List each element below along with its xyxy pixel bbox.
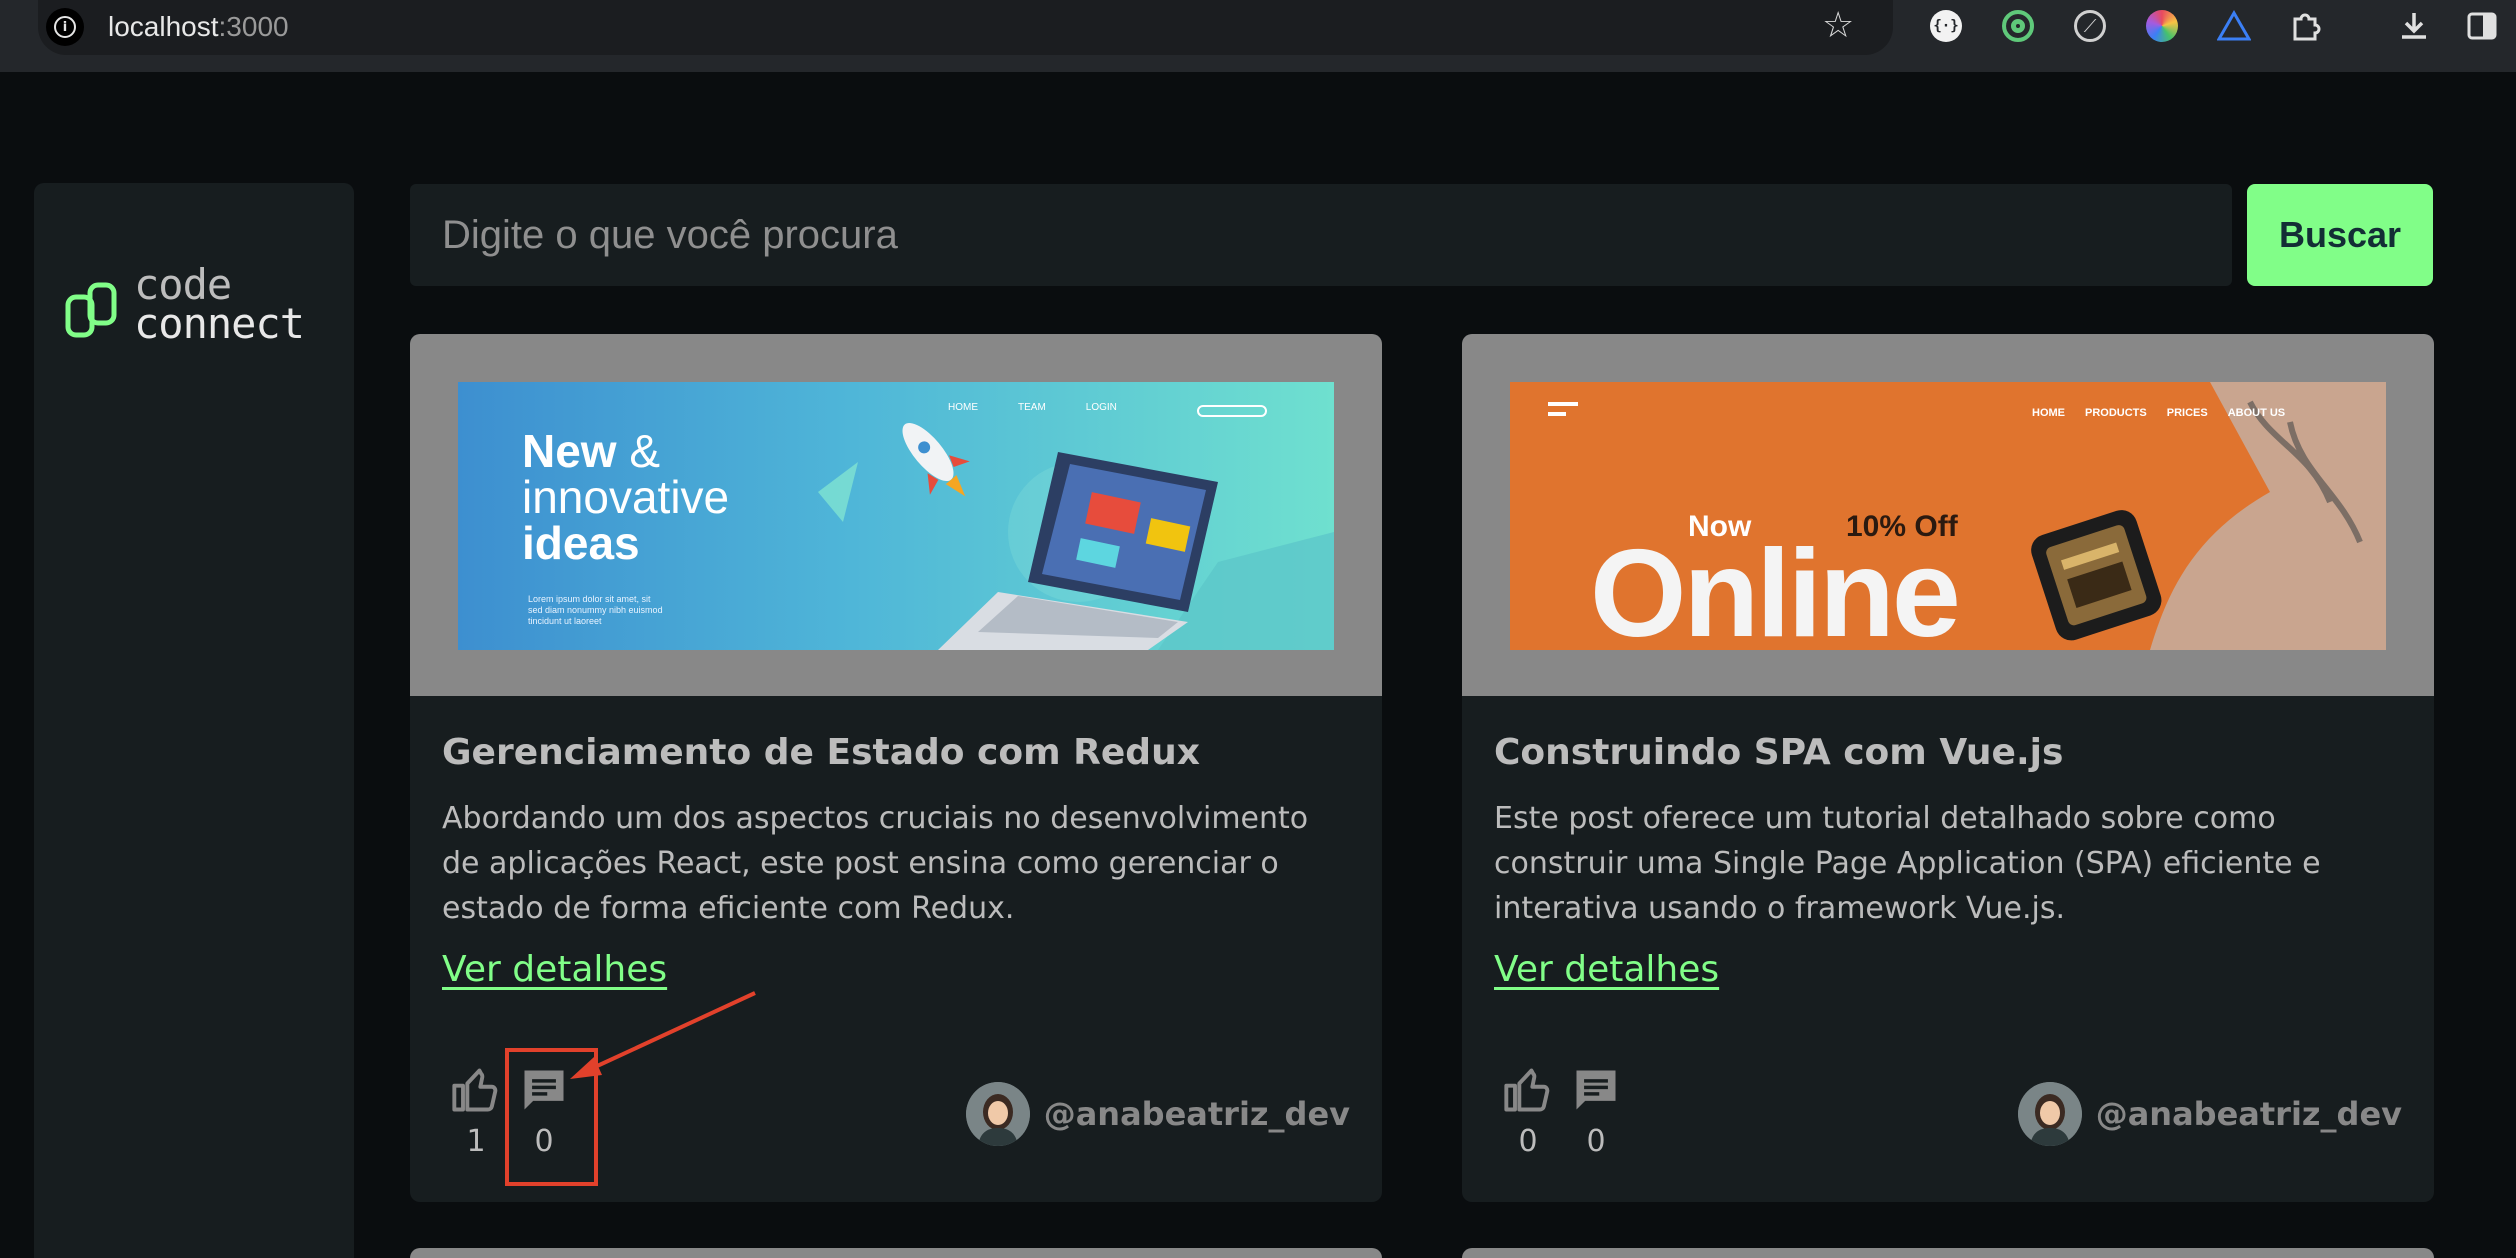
post-title: Construindo SPA com Vue.js — [1494, 732, 2064, 773]
avatar — [965, 1082, 1030, 1146]
author-name: @anabeatriz_dev — [1043, 1095, 1350, 1133]
search-button[interactable]: Buscar — [2247, 184, 2433, 286]
url-text[interactable]: localhost:3000 — [108, 8, 289, 46]
banner-nav-about: ABOUT US — [2227, 407, 2286, 419]
banner-nav-prices: PRICES — [2166, 407, 2208, 419]
extension-compass-icon[interactable]: ⟋ — [2070, 6, 2110, 46]
comment-count: 0 — [1586, 1124, 1606, 1159]
post-description: Abordando um dos aspectos cruciais no de… — [442, 801, 1309, 926]
post-title: Gerenciamento de Estado com Redux — [442, 732, 1200, 773]
banner-nav-home: HOME — [948, 402, 978, 413]
post-banner-image: HOME TEAM LOGIN New & innovative ideas L… — [458, 382, 1334, 650]
thumbs-up-icon[interactable] — [1502, 1064, 1554, 1116]
post-card-next — [410, 1248, 1382, 1258]
logo[interactable]: code connect — [64, 264, 364, 355]
post-cover: HOME TEAM LOGIN New & innovative ideas L… — [410, 334, 1382, 696]
extension-json-icon[interactable]: {·} — [1926, 6, 1966, 46]
post-description: Este post oferece um tutorial detalhado … — [1494, 801, 2321, 926]
like-stat: 0 — [1498, 1064, 1558, 1159]
puzzle-icon[interactable] — [2286, 6, 2326, 46]
details-link[interactable]: Ver detalhes — [1494, 949, 1719, 990]
thumbs-up-icon[interactable] — [450, 1064, 502, 1116]
sidebar: code connect — [34, 183, 354, 1258]
post-author[interactable]: @anabeatriz_dev — [965, 1082, 1350, 1146]
extension-triangle-icon[interactable] — [2214, 6, 2254, 46]
browser-toolbar: i localhost:3000 ☆ {·} ⟋ — [0, 0, 2516, 72]
extension-color-icon[interactable] — [2142, 6, 2182, 46]
comment-stat: 0 — [1566, 1064, 1626, 1159]
banner-nav-team: TEAM — [1018, 402, 1046, 413]
post-cover: HOME PRODUCTS PRICES ABOUT US Now 10% Of… — [1462, 334, 2434, 696]
annotation-arrow-icon — [570, 991, 756, 1079]
post-banner-image: HOME PRODUCTS PRICES ABOUT US Now 10% Of… — [1510, 382, 2386, 650]
info-icon[interactable]: i — [46, 8, 84, 46]
logo-word-connect: connect — [134, 299, 305, 348]
avatar — [2017, 1082, 2082, 1146]
banner-nav-login: LOGIN — [1085, 402, 1117, 413]
post-card-next — [1462, 1248, 2434, 1258]
search-input[interactable] — [410, 184, 2232, 286]
comment-icon[interactable] — [1570, 1064, 1622, 1116]
details-link[interactable]: Ver detalhes — [442, 949, 667, 990]
post-author[interactable]: @anabeatriz_dev — [2017, 1082, 2402, 1146]
address-bar[interactable]: i localhost:3000 ☆ — [38, 0, 1893, 55]
like-stat: 1 — [446, 1064, 506, 1159]
side-panel-icon[interactable] — [2462, 6, 2502, 46]
banner-nav-home: HOME — [2032, 407, 2065, 419]
download-icon[interactable] — [2394, 6, 2434, 46]
logo-mark-icon — [65, 282, 117, 338]
like-count: 1 — [466, 1124, 486, 1159]
extension-target-icon[interactable] — [1998, 6, 2038, 46]
author-name: @anabeatriz_dev — [2095, 1095, 2402, 1133]
like-count: 0 — [1518, 1124, 1538, 1159]
post-card: HOME PRODUCTS PRICES ABOUT US Now 10% Of… — [1462, 334, 2434, 1202]
star-icon[interactable]: ☆ — [1822, 4, 1854, 48]
banner-nav-products: PRODUCTS — [2085, 407, 2147, 419]
